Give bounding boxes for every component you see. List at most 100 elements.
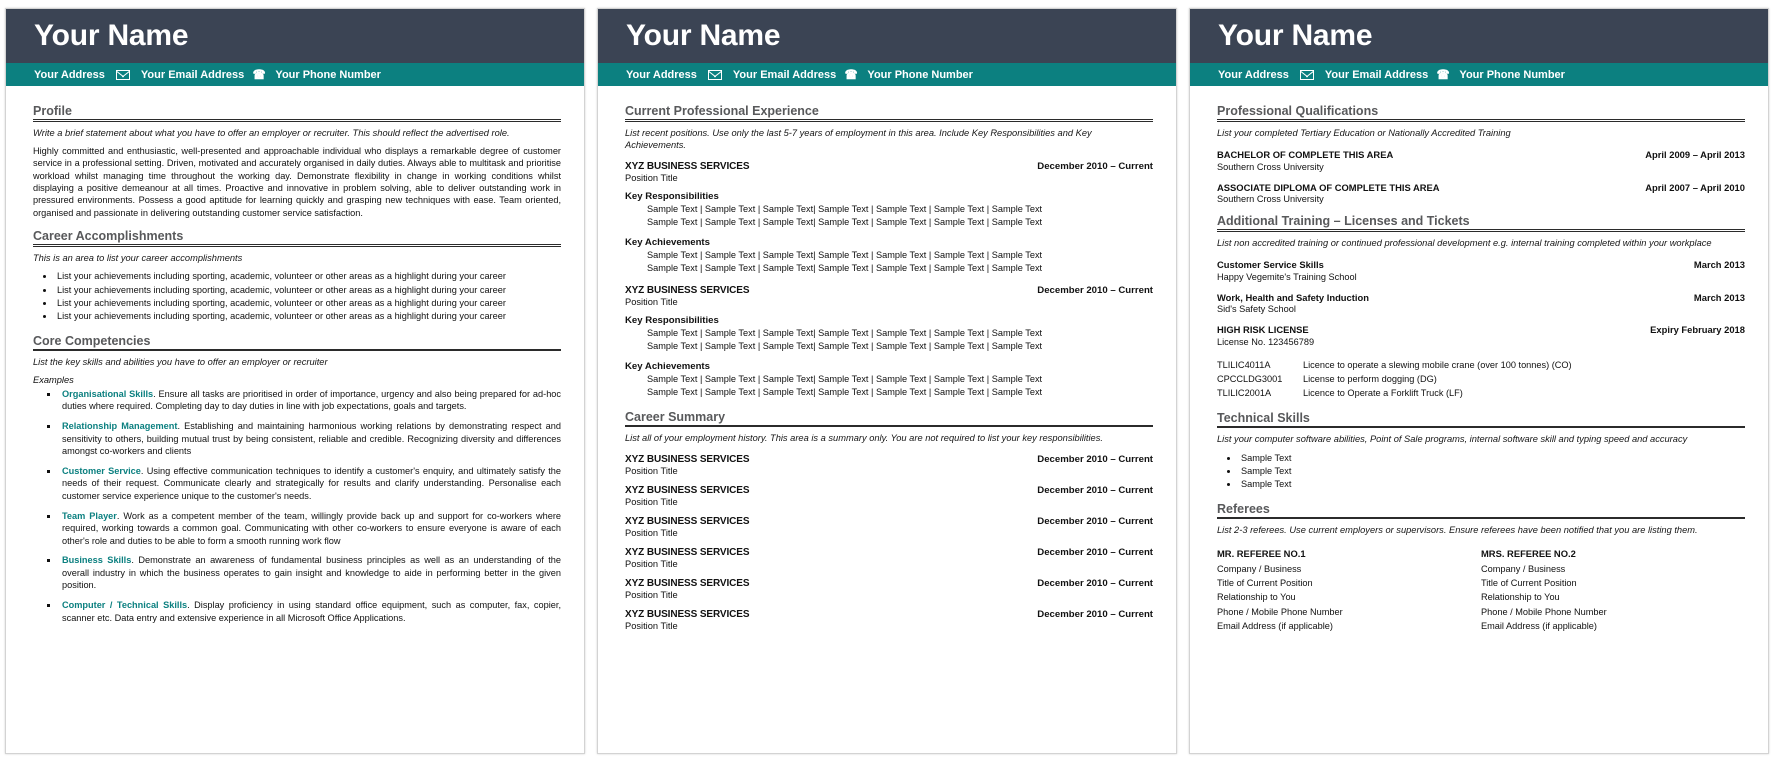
qualification-date: April 2009 – April 2013 bbox=[1645, 149, 1745, 161]
license-description: License to perform dogging (DG) bbox=[1303, 374, 1437, 385]
list-item: Sample Text | Sample Text | Sample Text|… bbox=[647, 327, 1153, 340]
technical-skills-list: Sample Text Sample Text Sample Text bbox=[1217, 452, 1745, 492]
core-competencies-list: Organisational Skills. Ensure all tasks … bbox=[33, 388, 561, 625]
summary-job-header: XYZ BUSINESS SERVICES December 2010 – Cu… bbox=[625, 454, 1153, 465]
referee-name: MR. REFEREE NO.1 bbox=[1217, 547, 1306, 559]
summary-job-header: XYZ BUSINESS SERVICES December 2010 – Cu… bbox=[625, 578, 1153, 589]
page3-name: Your Name bbox=[1218, 19, 1373, 52]
list-item: Sample Text | Sample Text | Sample Text|… bbox=[647, 203, 1153, 216]
job-position-title: Position Title bbox=[625, 296, 678, 307]
page1-address: Your Address bbox=[34, 68, 105, 81]
job-company: XYZ BUSINESS SERVICES bbox=[625, 546, 750, 558]
list-item: Computer / Technical Skills. Display pro… bbox=[59, 599, 561, 624]
training-date: March 2013 bbox=[1693, 291, 1745, 303]
profile-hint: Write a brief statement about what you h… bbox=[33, 127, 510, 138]
qualification-name: BACHELOR OF COMPLETE THIS AREA bbox=[1217, 149, 1394, 161]
section-title-additional-training: Additional Training – Licenses and Ticke… bbox=[1217, 214, 1470, 229]
professional-qualifications-hint: List your completed Tertiary Education o… bbox=[1217, 127, 1511, 138]
job-company: XYZ BUSINESS SERVICES bbox=[625, 515, 750, 527]
section-rule bbox=[1217, 516, 1745, 520]
summary-job-header: XYZ BUSINESS SERVICES December 2010 – Cu… bbox=[625, 609, 1153, 620]
table-row: CPCCLDG3001 License to perform dogging (… bbox=[1217, 372, 1745, 386]
envelope-icon bbox=[115, 69, 130, 80]
page3-phone: Your Phone Number bbox=[1459, 68, 1565, 81]
referee-detail: Email Address (if applicable) bbox=[1481, 620, 1597, 631]
job-company: XYZ BUSINESS SERVICES bbox=[625, 453, 750, 465]
job-date: December 2010 – Current bbox=[1037, 284, 1153, 296]
job-position-title: Position Title bbox=[625, 172, 678, 183]
license-code: CPCCLDG3001 bbox=[1217, 374, 1283, 385]
table-row: TLILIC2001A Licence to Operate a Forklif… bbox=[1217, 386, 1745, 400]
page2-body: Current Professional Experience List rec… bbox=[607, 86, 1167, 631]
section-rule bbox=[625, 119, 1153, 122]
job-position-title: Position Title bbox=[625, 465, 678, 476]
page2-phone: Your Phone Number bbox=[867, 68, 973, 81]
job-date: December 2010 – Current bbox=[1037, 453, 1153, 465]
page1-phone: Your Phone Number bbox=[275, 68, 381, 81]
key-responsibilities-label: Key Responsibilities bbox=[625, 314, 719, 326]
page1-contact-bar: Your Address Your Email Address ☎ Your P… bbox=[6, 63, 584, 86]
career-summary-hint: List all of your employment history. Thi… bbox=[625, 433, 1103, 444]
referees-grid: MR. REFEREE NO.1 Company / Business Titl… bbox=[1217, 548, 1745, 633]
list-item: List your achievements including sportin… bbox=[55, 297, 561, 310]
list-item: List your achievements including sportin… bbox=[55, 310, 561, 323]
training-entry: Customer Service Skills March 2013 bbox=[1217, 259, 1745, 270]
list-item: Sample Text bbox=[1239, 478, 1745, 491]
job-position-title: Position Title bbox=[625, 558, 678, 569]
page1-email: Your Email Address bbox=[140, 68, 245, 81]
list-item: List your achievements including sportin… bbox=[55, 270, 561, 283]
section-title-core-competencies: Core Competencies bbox=[33, 333, 151, 348]
list-item: Business Skills. Demonstrate an awarenes… bbox=[59, 554, 561, 592]
referee-detail: Phone / Mobile Phone Number bbox=[1481, 606, 1607, 617]
resume-page-3: Your Name Your Address Your Email Addres… bbox=[1189, 8, 1769, 754]
job-company: XYZ BUSINESS SERVICES bbox=[625, 484, 750, 496]
job-date: December 2010 – Current bbox=[1037, 577, 1153, 589]
list-item: Sample Text | Sample Text | Sample Text|… bbox=[647, 262, 1153, 275]
referee-detail: Company / Business bbox=[1217, 563, 1302, 574]
license-code: TLILIC4011A bbox=[1217, 359, 1271, 370]
referee-detail: Email Address (if applicable) bbox=[1217, 620, 1333, 631]
qualification-org: Southern Cross University bbox=[1217, 161, 1324, 172]
training-name: Work, Health and Safety Induction bbox=[1217, 291, 1369, 303]
section-rule bbox=[33, 348, 561, 352]
license-description: Licence to operate a slewing mobile cran… bbox=[1303, 359, 1572, 370]
competency-name: Relationship Management bbox=[62, 420, 178, 431]
competency-name: Customer Service bbox=[62, 465, 141, 476]
section-title-profile: Profile bbox=[33, 104, 72, 118]
qualification-date: April 2007 – April 2010 bbox=[1645, 181, 1745, 193]
job-position-title: Position Title bbox=[625, 620, 678, 631]
envelope-icon bbox=[1299, 69, 1314, 80]
page3-email: Your Email Address bbox=[1324, 68, 1429, 81]
summary-job-header: XYZ BUSINESS SERVICES December 2010 – Cu… bbox=[625, 485, 1153, 496]
resume-template-gallery: Your Name Your Address Your Email Addres… bbox=[0, 0, 1788, 764]
list-item: List your achievements including sportin… bbox=[55, 284, 561, 297]
job-date: December 2010 – Current bbox=[1037, 515, 1153, 527]
examples-label: Examples bbox=[33, 374, 74, 385]
technical-skills-hint: List your computer software abilities, P… bbox=[1217, 434, 1688, 445]
section-title-technical-skills: Technical Skills bbox=[1217, 410, 1310, 425]
list-item: Sample Text bbox=[1239, 452, 1745, 465]
competency-text: . Demonstrate an awareness of fundamenta… bbox=[62, 555, 561, 591]
career-accomplishments-list: List your achievements including sportin… bbox=[33, 270, 561, 323]
referee-detail: Relationship to You bbox=[1481, 592, 1560, 603]
profile-body: Highly committed and enthusiastic, well-… bbox=[33, 146, 561, 218]
job-company: XYZ BUSINESS SERVICES bbox=[625, 577, 750, 589]
section-rule bbox=[1217, 119, 1745, 122]
training-entry: Work, Health and Safety Induction March … bbox=[1217, 292, 1745, 303]
section-title-referees: Referees bbox=[1217, 501, 1270, 516]
section-rule bbox=[1217, 229, 1745, 232]
section-title-professional-qualifications: Professional Qualifications bbox=[1217, 104, 1379, 118]
competency-name: Computer / Technical Skills bbox=[62, 600, 188, 611]
phone-icon: ☎ bbox=[844, 67, 858, 82]
referee-card: MR. REFEREE NO.1 Company / Business Titl… bbox=[1217, 548, 1481, 633]
section-rule bbox=[33, 244, 561, 247]
key-responsibilities-label: Key Responsibilities bbox=[625, 190, 719, 202]
referees-hint: List 2-3 referees. Use current employers… bbox=[1217, 525, 1698, 536]
page3-body: Professional Qualifications List your co… bbox=[1199, 86, 1759, 633]
training-org: Sid's Safety School bbox=[1217, 304, 1296, 315]
list-item: Relationship Management. Establishing an… bbox=[59, 420, 561, 458]
resume-page-2: Your Name Your Address Your Email Addres… bbox=[597, 8, 1177, 754]
competency-text: . Work as a competent member of the team… bbox=[62, 510, 561, 546]
section-rule bbox=[1217, 425, 1745, 429]
resume-page-1: Your Name Your Address Your Email Addres… bbox=[5, 8, 585, 754]
